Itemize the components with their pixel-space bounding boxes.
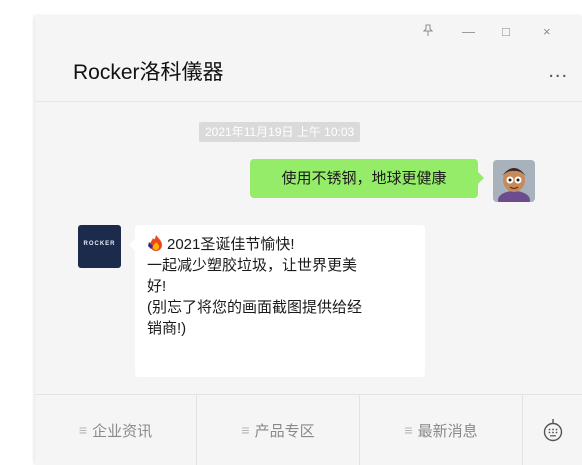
outgoing-message-bubble[interactable]: 使用不锈钢，地球更健康: [250, 159, 484, 198]
brand-avatar[interactable]: ROCKER: [78, 225, 121, 268]
menu-icon: ≡: [404, 422, 413, 438]
keyboard-switch-icon[interactable]: [523, 395, 582, 465]
chat-title: Rocker洛科儀器: [73, 61, 224, 84]
user-avatar[interactable]: [493, 160, 535, 202]
message-line-4: (别忘了将您的画面截图提供给经: [147, 299, 362, 316]
menu-item-label: 企业资讯: [92, 422, 153, 440]
message-line-2: 一起减少塑胶垃圾，让世界更美: [147, 257, 358, 274]
incoming-message-bubble[interactable]: 2021圣诞佳节愉快! 一起减少塑胶垃圾，让世界更美 好! (别忘了将您的画面截…: [129, 225, 425, 377]
message-line-3: 好!: [147, 278, 167, 295]
menu-item-label: 最新消息: [417, 422, 478, 440]
more-options-button[interactable]: ...: [548, 61, 568, 81]
menu-item-company-news[interactable]: ≡ 企业资讯: [35, 395, 197, 465]
menu-icon: ≡: [241, 422, 250, 438]
message-line-5: 销商!): [147, 320, 187, 337]
chat-header: — □ × Rocker洛科儀器 ...: [35, 16, 582, 102]
brand-avatar-logo: ROCKER: [83, 241, 116, 247]
service-menu-bar: ≡ 企业资讯 ≡ 产品专区 ≡ 最新消息: [35, 394, 582, 465]
minimize-button[interactable]: —: [462, 24, 475, 40]
message-timestamp: 2021年11月19日 上午 10:03: [199, 122, 361, 142]
menu-icon: ≡: [78, 422, 88, 438]
menu-item-latest-news[interactable]: ≡ 最新消息: [360, 395, 523, 465]
menu-item-label: 产品专区: [254, 422, 315, 440]
fire-emoji-icon: [147, 234, 165, 252]
close-button[interactable]: ×: [543, 24, 551, 40]
menu-item-products[interactable]: ≡ 产品专区: [197, 395, 360, 465]
message-line-1: 2021圣诞佳节愉快!: [167, 236, 295, 253]
maximize-button[interactable]: □: [502, 24, 510, 40]
message-line: 2021圣诞佳节愉快!: [147, 234, 415, 255]
chat-window: — □ × Rocker洛科儀器 ... 2021年11月19日 上午 10:0…: [35, 16, 582, 465]
pin-icon[interactable]: [422, 24, 434, 40]
